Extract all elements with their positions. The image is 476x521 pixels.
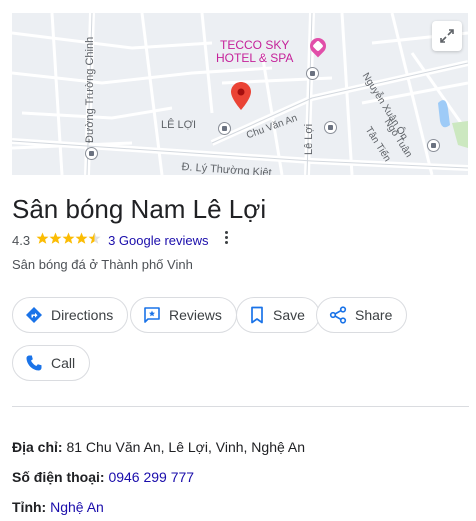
- phone-row: Số điện thoại: 0946 299 777: [12, 469, 194, 485]
- directions-icon: [26, 307, 42, 323]
- map-area-label: LÊ LỢI: [161, 119, 197, 131]
- place-title: Sân bóng Nam Lê Lợi: [12, 194, 267, 224]
- rating-stars: [36, 232, 102, 248]
- directions-button[interactable]: Directions: [12, 297, 129, 333]
- map-street-label: Lê Lợi: [303, 123, 315, 155]
- poi-name-line2: HOTEL & SPA: [216, 51, 294, 65]
- share-icon: [329, 306, 347, 324]
- save-button[interactable]: Save: [236, 297, 320, 333]
- phone-link[interactable]: 0946 299 777: [108, 469, 194, 485]
- reviews-button[interactable]: Reviews: [130, 297, 237, 333]
- star-rating-icon: [36, 232, 101, 244]
- expand-map-button[interactable]: [432, 21, 462, 51]
- province-label: Tỉnh:: [12, 499, 47, 515]
- bus-stop-icon[interactable]: [427, 139, 440, 152]
- bus-stop-icon[interactable]: [85, 147, 98, 160]
- address-value[interactable]: 81 Chu Văn An, Lê Lợi, Vinh, Nghệ An: [66, 439, 305, 455]
- rating-value: 4.3: [12, 232, 31, 248]
- section-divider: [12, 406, 469, 407]
- call-label: Call: [51, 355, 76, 371]
- phone-label: Số điện thoại:: [12, 469, 105, 485]
- reviews-icon: [144, 307, 160, 323]
- directions-label: Directions: [51, 307, 114, 323]
- save-label: Save: [273, 307, 305, 323]
- more-options-icon[interactable]: [221, 230, 233, 244]
- location-pin-icon[interactable]: [231, 82, 251, 110]
- call-button[interactable]: Call: [12, 345, 91, 381]
- reviews-label: Reviews: [169, 307, 222, 323]
- province-link[interactable]: Nghệ An: [50, 499, 104, 515]
- address-row: Địa chỉ: 81 Chu Văn An, Lê Lợi, Vinh, Ng…: [12, 439, 305, 455]
- rating-row: 4.3 3 Google reviews: [12, 230, 233, 249]
- expand-icon: [440, 29, 454, 43]
- province-row: Tỉnh: Nghệ An: [12, 499, 104, 515]
- bus-stop-icon[interactable]: [306, 67, 319, 80]
- hotel-poi-label[interactable]: TECCO SKY HOTEL & SPA: [216, 39, 293, 65]
- google-reviews-link[interactable]: 3 Google reviews: [108, 233, 208, 248]
- map-street-label: Đường Trường Chinh: [84, 36, 96, 143]
- share-button[interactable]: Share: [316, 297, 408, 333]
- map-preview[interactable]: Đường Trường Chinh LÊ LỢI Chu Văn An Lê …: [12, 13, 468, 175]
- share-label: Share: [355, 307, 393, 323]
- address-label: Địa chỉ:: [12, 439, 63, 455]
- place-category: Sân bóng đá ở Thành phố Vinh: [12, 257, 193, 272]
- bus-stop-icon[interactable]: [218, 122, 231, 135]
- phone-icon: [26, 355, 42, 371]
- bus-stop-icon[interactable]: [324, 121, 337, 134]
- bookmark-icon: [251, 306, 263, 324]
